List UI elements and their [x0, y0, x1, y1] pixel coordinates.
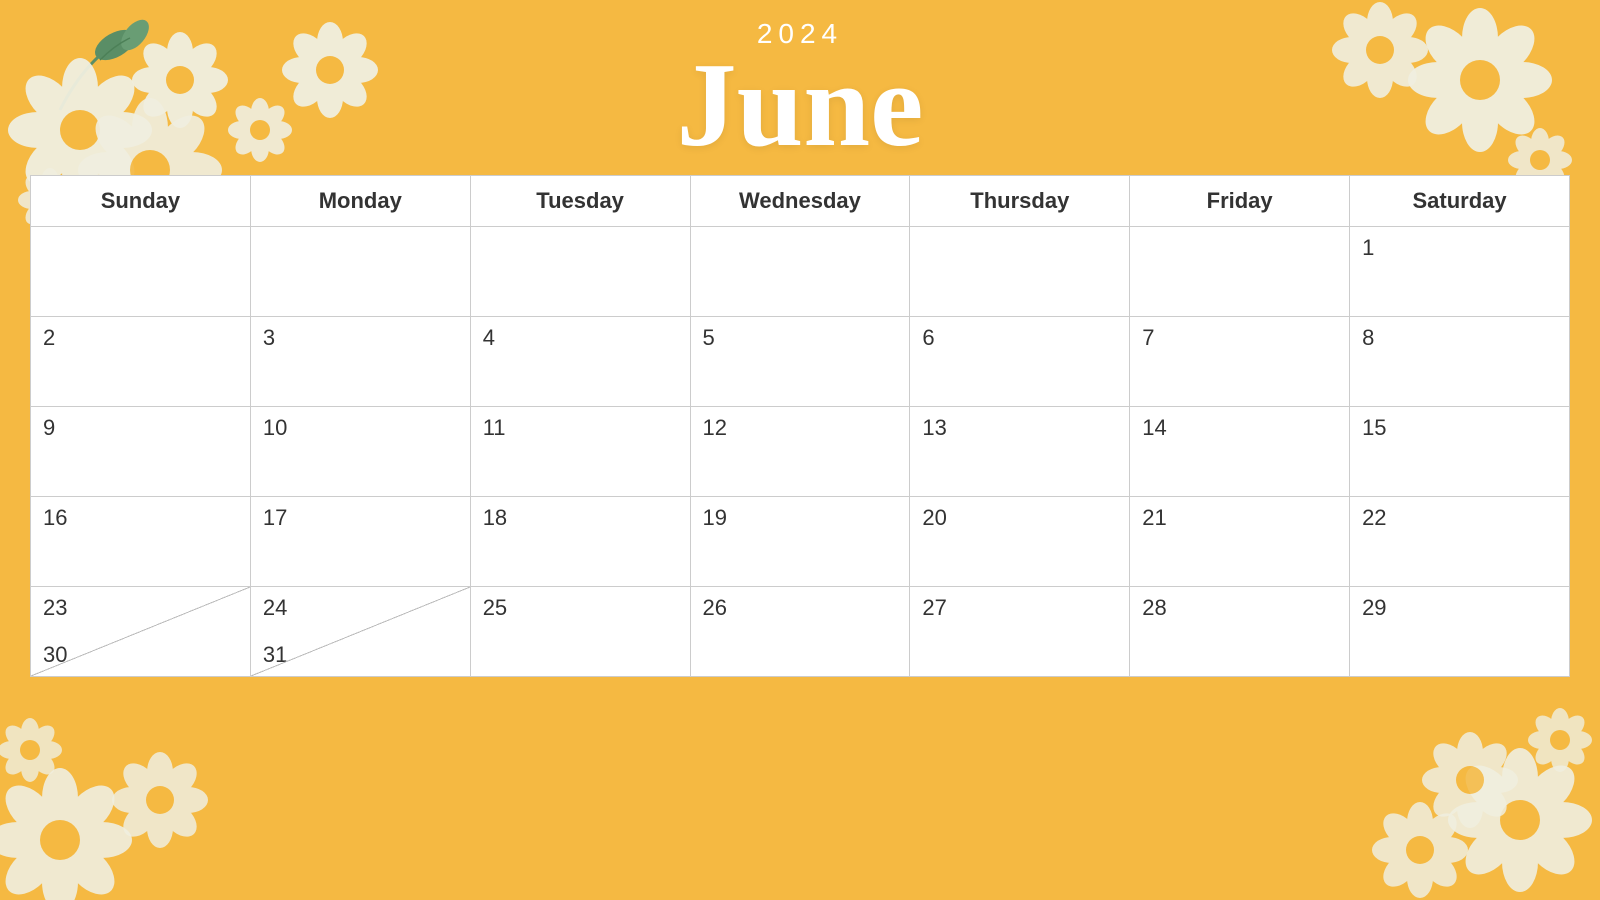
- calendar-day[interactable]: 10: [250, 407, 470, 497]
- col-wednesday: Wednesday: [690, 176, 910, 227]
- calendar-day[interactable]: 3: [250, 317, 470, 407]
- week-row-1: 1: [31, 227, 1570, 317]
- calendar-day[interactable]: 8: [1350, 317, 1570, 407]
- col-sunday: Sunday: [31, 176, 251, 227]
- calendar-day[interactable]: 18: [470, 497, 690, 587]
- calendar-day[interactable]: 24 31: [250, 587, 470, 677]
- calendar-day[interactable]: [910, 227, 1130, 317]
- calendar-day[interactable]: 22: [1350, 497, 1570, 587]
- days-header-row: Sunday Monday Tuesday Wednesday Thursday…: [31, 176, 1570, 227]
- page-background: 2024 June Sunday Monday Tuesday Wednesda…: [0, 0, 1600, 900]
- calendar-day[interactable]: [250, 227, 470, 317]
- calendar-table: Sunday Monday Tuesday Wednesday Thursday…: [30, 175, 1570, 677]
- col-friday: Friday: [1130, 176, 1350, 227]
- calendar-grid-wrapper: Sunday Monday Tuesday Wednesday Thursday…: [30, 175, 1570, 677]
- month-label: June: [0, 45, 1600, 165]
- calendar-day[interactable]: 19: [690, 497, 910, 587]
- calendar-day[interactable]: 26: [690, 587, 910, 677]
- calendar-day[interactable]: 5: [690, 317, 910, 407]
- calendar-day[interactable]: 23 30: [31, 587, 251, 677]
- calendar-day[interactable]: [690, 227, 910, 317]
- day-number: 24: [263, 595, 287, 621]
- calendar-day[interactable]: 1: [1350, 227, 1570, 317]
- week-row-4: 16171819202122: [31, 497, 1570, 587]
- calendar-day[interactable]: 16: [31, 497, 251, 587]
- col-thursday: Thursday: [910, 176, 1130, 227]
- day-number: 31: [263, 642, 287, 668]
- calendar-day[interactable]: 21: [1130, 497, 1350, 587]
- calendar-day[interactable]: 13: [910, 407, 1130, 497]
- calendar-header: 2024 June: [0, 0, 1600, 175]
- calendar-day[interactable]: 14: [1130, 407, 1350, 497]
- week-row-3: 9101112131415: [31, 407, 1570, 497]
- calendar-day[interactable]: 20: [910, 497, 1130, 587]
- col-saturday: Saturday: [1350, 176, 1570, 227]
- week-row-5: 23 30 24 31 2526272829: [31, 587, 1570, 677]
- calendar-day[interactable]: [470, 227, 690, 317]
- calendar-day[interactable]: 28: [1130, 587, 1350, 677]
- calendar-day[interactable]: 12: [690, 407, 910, 497]
- calendar-day[interactable]: 17: [250, 497, 470, 587]
- calendar-day[interactable]: 25: [470, 587, 690, 677]
- day-number: 30: [43, 642, 67, 668]
- col-monday: Monday: [250, 176, 470, 227]
- col-tuesday: Tuesday: [470, 176, 690, 227]
- calendar-day[interactable]: 7: [1130, 317, 1350, 407]
- day-number: 23: [43, 595, 67, 621]
- calendar-day[interactable]: 4: [470, 317, 690, 407]
- calendar-day[interactable]: 27: [910, 587, 1130, 677]
- calendar-day[interactable]: 6: [910, 317, 1130, 407]
- calendar-day[interactable]: [1130, 227, 1350, 317]
- calendar-day[interactable]: 2: [31, 317, 251, 407]
- calendar-day[interactable]: 11: [470, 407, 690, 497]
- week-row-2: 2345678: [31, 317, 1570, 407]
- calendar-day[interactable]: 29: [1350, 587, 1570, 677]
- calendar-day[interactable]: [31, 227, 251, 317]
- calendar-day[interactable]: 15: [1350, 407, 1570, 497]
- calendar-day[interactable]: 9: [31, 407, 251, 497]
